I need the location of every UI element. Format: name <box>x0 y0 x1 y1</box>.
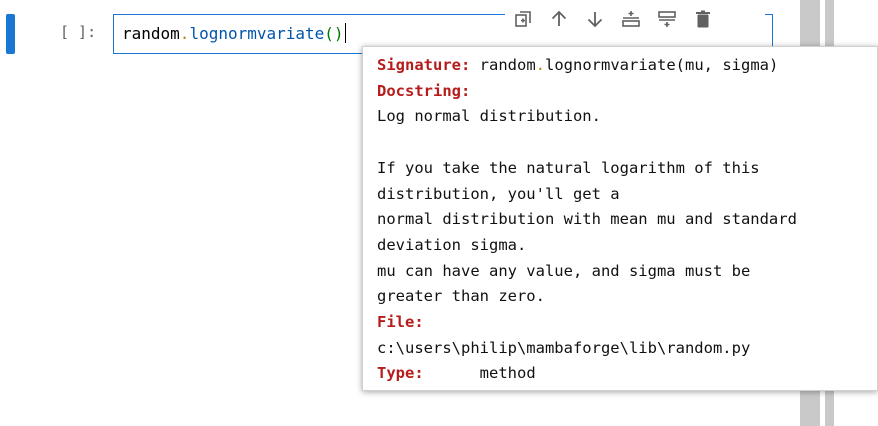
docstring-label: Docstring: <box>377 81 471 100</box>
signature-label: Signature: <box>377 56 471 74</box>
insert-above-icon <box>622 11 640 27</box>
insert-below-icon <box>658 11 676 27</box>
type-label: Type: <box>377 364 424 383</box>
docstring-line: distribution, you'll get a <box>377 184 620 203</box>
insert-below-button[interactable] <box>649 6 685 32</box>
type-value: method <box>479 364 536 383</box>
code-text[interactable]: random.lognormvariate() <box>122 23 346 43</box>
signature-dot: . <box>535 56 546 74</box>
cell-prompt: [ ]: <box>60 23 97 41</box>
move-down-button[interactable] <box>577 6 613 32</box>
file-label: File: <box>377 313 424 332</box>
docstring-line: If you take the natural logarithm of thi… <box>377 158 760 177</box>
delete-cell-button[interactable] <box>685 6 721 32</box>
code-object: random <box>122 24 180 43</box>
docstring-line: mu can have any value, and sigma must be <box>377 261 751 280</box>
cell-toolbar <box>505 6 765 32</box>
code-parens: () <box>324 24 344 43</box>
docstring-line: greater than zero. <box>377 287 545 306</box>
docstring-line <box>377 130 867 156</box>
docstring-line: normal distribution with mean mu and sta… <box>377 210 797 229</box>
duplicate-cell-button[interactable] <box>505 6 541 32</box>
type-line: Type: method <box>377 361 867 387</box>
text-cursor <box>344 23 346 43</box>
signature-object: random <box>479 56 536 74</box>
code-dot: . <box>179 24 190 43</box>
signature-args: (mu, sigma) <box>675 56 779 74</box>
active-cell-indicator <box>6 14 15 54</box>
code-method: lognormvariate <box>189 24 325 43</box>
move-up-button[interactable] <box>541 6 577 32</box>
insert-above-button[interactable] <box>613 6 649 32</box>
duplicate-icon <box>515 11 531 27</box>
trash-icon <box>696 10 710 28</box>
file-path: c:\users\philip\mambaforge\lib\random.py <box>377 338 751 357</box>
signature-line: Signature: random.lognormvariate(mu, sig… <box>377 53 867 79</box>
arrow-down-icon <box>587 12 603 28</box>
docstring-line: Log normal distribution. <box>377 107 601 126</box>
docstring-line: deviation sigma. <box>377 235 527 254</box>
inspect-tooltip: Signature: random.lognormvariate(mu, sig… <box>362 46 878 391</box>
arrow-up-icon <box>551 10 567 26</box>
signature-method: lognormvariate <box>545 56 676 74</box>
